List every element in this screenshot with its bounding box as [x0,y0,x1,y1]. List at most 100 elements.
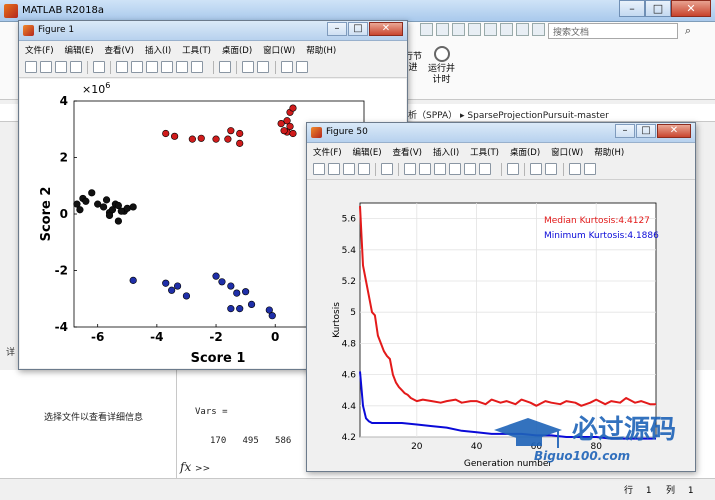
scatter-point [182,292,191,300]
figure1-window-controls: – □ ✕ [326,22,403,38]
scatter-point [277,119,285,128]
search-input[interactable]: 搜索文档 [548,23,678,39]
menu-view[interactable]: 查看(V) [99,42,139,56]
menu-window[interactable]: 窗口(W) [257,42,300,56]
menu-insert[interactable]: 插入(I) [139,42,176,56]
legend-icon[interactable] [545,163,557,175]
undo-icon[interactable] [484,23,497,36]
paste-icon[interactable] [468,23,481,36]
menu-desktop[interactable]: 桌面(D) [504,144,545,158]
hide-plot-tools-icon[interactable] [281,61,293,73]
menu-help[interactable]: 帮助(H) [588,144,629,158]
maximize-button[interactable]: □ [348,22,368,36]
menu-desktop[interactable]: 桌面(D) [216,42,257,56]
search-icon[interactable]: ⌕ [681,24,695,38]
maximize-button[interactable]: □ [636,124,656,138]
pan-icon[interactable] [434,163,446,175]
save-icon[interactable] [55,61,67,73]
scatter-point [289,129,297,138]
menu-file[interactable]: 文件(F) [307,144,347,158]
scatter-point [162,129,170,138]
scatter-point [247,300,256,308]
toolbar-separator [524,163,525,176]
close-button[interactable]: ✕ [657,124,691,138]
minimize-button[interactable]: – [619,0,645,17]
colorbar-icon[interactable] [530,163,542,175]
figure50-titlebar[interactable]: Figure 50 – □ ✕ [307,123,695,143]
scatter-point [236,305,244,313]
scatter-point [236,139,244,147]
figure1-titlebar[interactable]: Figure 1 – □ ✕ [19,21,407,41]
menu-tools[interactable]: 工具(T) [176,42,216,56]
brush-icon[interactable] [479,163,491,175]
link-plot-icon[interactable] [219,61,231,73]
menu-view[interactable]: 查看(V) [387,144,427,158]
stopwatch-icon [433,46,450,62]
menu-window[interactable]: 窗口(W) [545,144,588,158]
minimize-button[interactable]: – [615,124,635,138]
command-prompt[interactable]: fx >> [180,460,210,474]
y-tick-label: 5.6 [342,215,357,225]
new-figure-icon[interactable] [25,61,37,73]
close-button[interactable]: ✕ [369,22,403,36]
zoom-out-icon[interactable] [131,61,143,73]
fx-icon[interactable]: fx [180,460,191,474]
maximize-button[interactable]: □ [645,0,671,17]
rotate-icon[interactable] [161,61,173,73]
link-plot-icon[interactable] [507,163,519,175]
show-plot-tools-icon[interactable] [296,61,308,73]
open-icon[interactable] [40,61,52,73]
print-icon[interactable] [358,163,370,175]
legend-min: Minimum Kurtosis:4.1886 [544,231,659,241]
hide-plot-tools-icon[interactable] [569,163,581,175]
menu-edit[interactable]: 编辑(E) [59,42,99,56]
colorbar-icon[interactable] [242,61,254,73]
current-folder-path[interactable]: 析（SPPA） ▸ SparseProjectionPursuit-master [408,108,609,121]
menu-help[interactable]: 帮助(H) [300,42,341,56]
copy-icon[interactable] [452,23,465,36]
figure-icon [311,127,322,138]
zoom-in-icon[interactable] [404,163,416,175]
help-icon[interactable] [532,23,545,36]
main-window-title: MATLAB R2018a [22,5,105,16]
zoom-out-icon[interactable] [419,163,431,175]
toolbar-separator [375,163,376,176]
scatter-point [233,289,241,297]
legend-icon[interactable] [257,61,269,73]
cut-icon[interactable] [436,23,449,36]
x-tick-label: -2 [209,330,222,344]
menu-insert[interactable]: 插入(I) [427,144,464,158]
redo-icon[interactable] [500,23,513,36]
save-icon[interactable] [343,163,355,175]
pointer-icon[interactable] [381,163,393,175]
menu-tools[interactable]: 工具(T) [464,144,504,158]
pan-icon[interactable] [146,61,158,73]
close-button[interactable]: ✕ [671,0,711,17]
minimize-button[interactable]: – [327,22,347,36]
toolbar-separator [110,61,111,74]
data-cursor-icon[interactable] [176,61,188,73]
command-output-label: Vars = [195,407,228,417]
run-and-time-button[interactable]: 运行并 计时 [428,46,455,86]
new-figure-icon[interactable] [313,163,325,175]
scatter-point [129,203,137,211]
menu-file[interactable]: 文件(F) [19,42,59,56]
panel-divider[interactable] [176,370,177,480]
zoom-in-icon[interactable] [116,61,128,73]
watermark-logo: 必过源码 Biguo100.com [494,415,676,463]
scatter-point [88,189,96,197]
rotate-icon[interactable] [449,163,461,175]
save-icon[interactable] [420,23,433,36]
command-output-values: 170 495 586 72 [210,436,319,446]
print-icon[interactable] [70,61,82,73]
open-icon[interactable] [328,163,340,175]
show-plot-tools-icon[interactable] [584,163,596,175]
menu-edit[interactable]: 编辑(E) [347,144,387,158]
pointer-icon[interactable] [93,61,105,73]
switch-window-icon[interactable] [516,23,529,36]
scatter-point [227,282,235,290]
row-label: 行 [624,486,634,496]
prompt-symbol: >> [195,464,211,474]
brush-icon[interactable] [191,61,203,73]
data-cursor-icon[interactable] [464,163,476,175]
